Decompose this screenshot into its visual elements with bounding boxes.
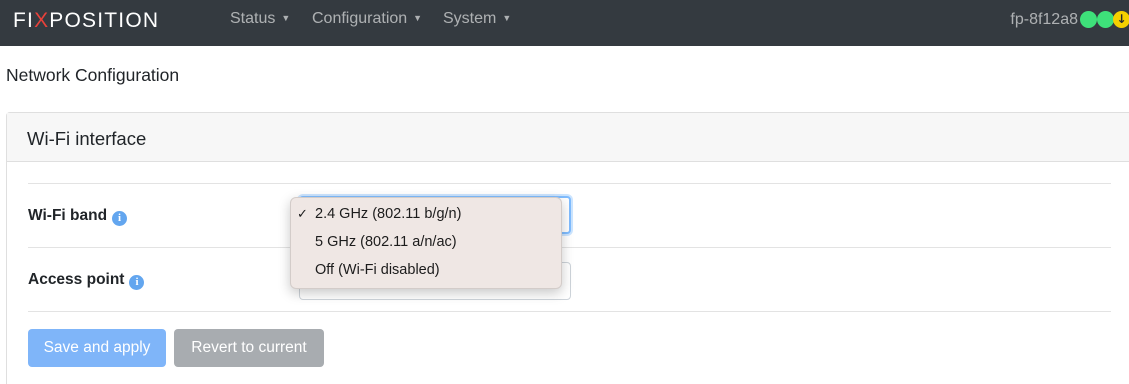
brand-x: X [34,9,50,32]
card-header: Wi-Fi interface [7,113,1129,162]
chevron-down-icon: ▼ [413,13,423,23]
card-header-title: Wi-Fi interface [27,128,147,149]
divider [28,247,1111,248]
checkmark-icon: ✓ [297,207,308,222]
save-and-apply-button[interactable]: Save and apply [28,329,166,367]
nav-menu-status-label: Status [230,10,276,27]
dropdown-option-2-4ghz[interactable]: 2.4 GHz (802.11 b/g/n) [315,206,461,222]
nav-menu-configuration-label: Configuration [312,10,408,27]
chevron-down-icon: ▼ [502,13,512,23]
nav-menu-configuration[interactable]: Configuration ▼ [312,10,422,28]
wifi-band-label-text: Wi-Fi band [28,207,108,224]
nav-menu-system-label: System [443,10,497,27]
top-navbar: FIXPOSITION Status ▼ Configuration ▼ Syste… [0,0,1129,46]
chevron-down-icon: ▼ [281,13,291,23]
page-title: Network Configuration [6,65,180,85]
nav-menu-system[interactable]: System ▼ [443,10,511,28]
info-icon[interactable]: i [129,275,145,290]
dropdown-option-5ghz[interactable]: 5 GHz (802.11 a/n/ac) [315,234,457,250]
status-ok-icon[interactable] [1097,11,1114,28]
revert-to-current-button[interactable]: Revert to current [174,329,324,367]
dropdown-option-off[interactable]: Off (Wi-Fi disabled) [315,262,440,278]
wifi-band-dropdown-menu: ✓ 2.4 GHz (802.11 b/g/n) 5 GHz (802.11 a… [290,197,562,289]
divider [28,183,1111,184]
device-hostname: fp-8f12a8 [1010,11,1078,28]
access-point-label: Access point i [28,271,145,290]
wifi-interface-card: Wi-Fi interface Wi-Fi band i Access point… [6,112,1129,384]
brand-suffix: POSITION [49,9,160,32]
status-ok-icon[interactable] [1080,11,1097,28]
wifi-band-label: Wi-Fi band i [28,207,128,226]
access-point-label-text: Access point [28,271,125,288]
info-icon[interactable]: i [112,211,128,226]
nav-menu-status[interactable]: Status ▼ [230,10,290,28]
brand-prefix: FI [13,9,35,32]
update-available-icon[interactable]: ↓ [1113,11,1129,28]
brand-logo[interactable]: FIXPOSITION [13,9,159,33]
divider [28,311,1111,312]
